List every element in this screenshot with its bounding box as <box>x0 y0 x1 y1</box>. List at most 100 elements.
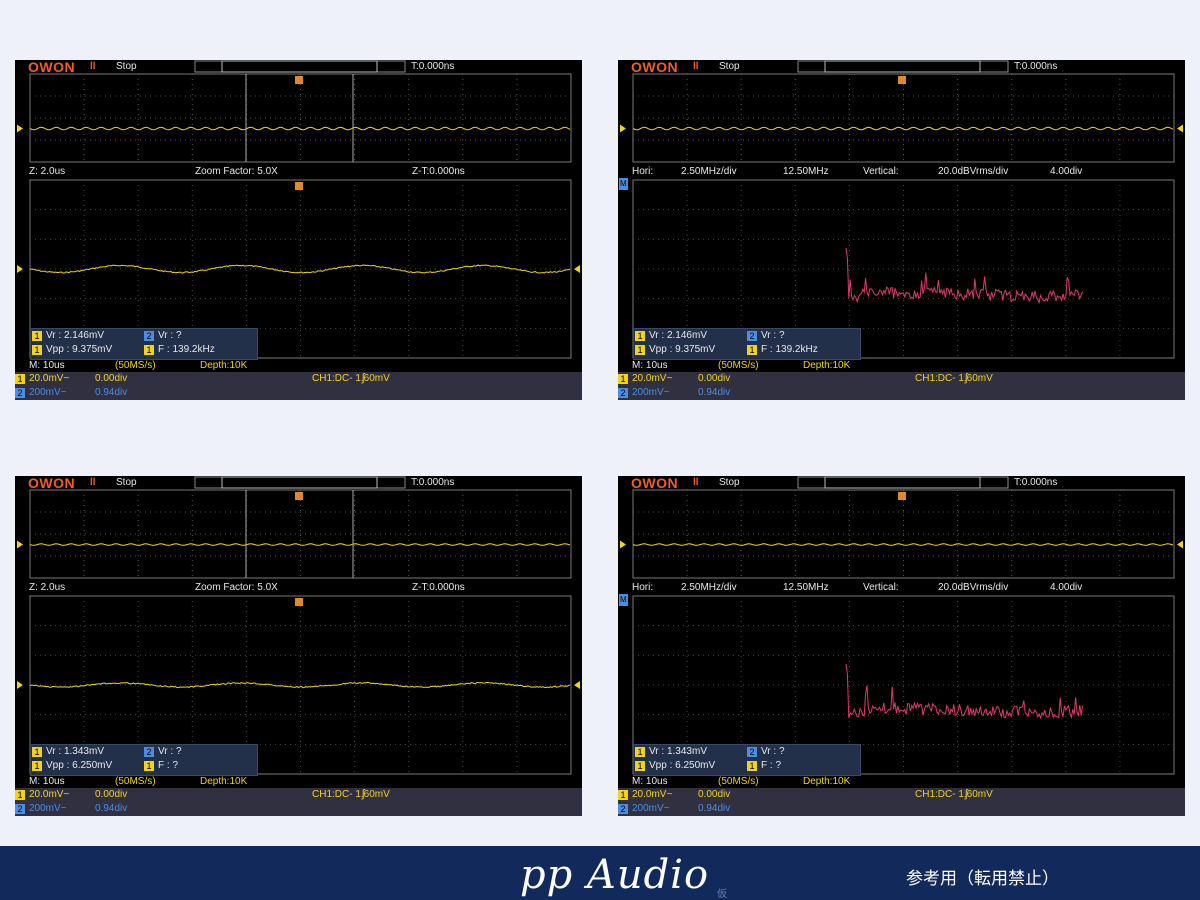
scope-zoom-screen: OWON ll Stop T:0.000ns Z: 2.0us Zoom Factor: … <box>15 60 582 400</box>
ch2-offset: 0.94div <box>698 803 731 814</box>
fft-hori-value: 2.50MHz/div <box>681 582 737 593</box>
sample-rate: (50MS/s) <box>115 360 156 371</box>
rising-edge-icon: ʃ <box>362 372 365 384</box>
ch1-scale[interactable]: 20.0mV~ <box>29 373 69 384</box>
meas-vr-ch2: Vr : ? <box>761 746 785 757</box>
zoom-trigger-time: Z-T:0.000ns <box>412 582 465 593</box>
fft-vert-value: 20.0dBVrms/div <box>938 166 1009 177</box>
timeline-bar[interactable] <box>797 60 1009 73</box>
zoom-trigger-marker[interactable] <box>295 598 303 606</box>
rising-edge-icon: ʃ <box>965 788 968 800</box>
trigger-position-marker[interactable] <box>898 492 906 500</box>
meas-vr-ch1: Vr : 1.343mV <box>649 746 707 757</box>
ch2-scale[interactable]: 200mV~ <box>632 803 670 814</box>
acquisition-state: Stop <box>719 477 740 488</box>
acquisition-state: Stop <box>116 61 137 72</box>
grid <box>29 489 572 579</box>
main-timebase: M: 10us <box>29 360 65 371</box>
meas-vr-ch1: Vr : 2.146mV <box>649 330 707 341</box>
trigger-level-marker[interactable] <box>1177 540 1183 549</box>
sample-rate: (50MS/s) <box>718 360 759 371</box>
ch1-marker-upper[interactable] <box>17 540 23 549</box>
fft-hori-label: Hori: <box>632 582 654 593</box>
ch2-scale[interactable]: 200mV~ <box>632 387 670 398</box>
timeline-window <box>221 60 378 73</box>
trigger-position-marker[interactable] <box>295 76 303 84</box>
owon-logo: OWON <box>631 60 679 75</box>
meas-freq: F : ? <box>761 760 782 771</box>
ch2-offset: 0.94div <box>95 803 128 814</box>
scope-fft-screen: OWON ll Stop T:0.000ns Hori: 2.50MHz/div 12.50… <box>618 476 1185 816</box>
grid <box>632 73 1175 163</box>
ch2-offset: 0.94div <box>95 387 128 398</box>
meas-freq: F : ? <box>158 760 179 771</box>
fft-center-freq: 12.50MHz <box>783 166 829 177</box>
fft-center-freq: 12.50MHz <box>783 582 829 593</box>
meas-freq: F : 139.2kHz <box>158 344 215 355</box>
sample-rate: (50MS/s) <box>115 776 156 787</box>
ch2-scale[interactable]: 200mV~ <box>29 803 67 814</box>
ch1-offset: 0.00div <box>698 789 731 800</box>
run-state-icon[interactable]: ll <box>90 61 96 73</box>
ch1-marker-lower[interactable] <box>17 265 23 273</box>
ch1-offset: 0.00div <box>698 373 731 384</box>
owon-logo: OWON <box>631 476 679 491</box>
ch2-offset: 0.94div <box>698 387 731 398</box>
run-state-icon[interactable]: ll <box>90 477 96 489</box>
record-depth: Depth:10K <box>803 776 851 787</box>
rising-edge-icon: ʃ <box>965 372 968 384</box>
meas-vpp: Vpp : 9.375mV <box>649 344 716 355</box>
trigger-level-marker[interactable] <box>574 265 580 273</box>
main-timebase: M: 10us <box>29 776 65 787</box>
fft-spectrum-trace <box>845 663 1084 720</box>
brand-sub: 仮 <box>717 889 727 900</box>
math-marker[interactable]: M <box>619 178 628 190</box>
main-timebase: M: 10us <box>632 776 668 787</box>
ch1-marker-upper[interactable] <box>620 540 626 549</box>
brand-logo: pp Audio <box>520 852 710 898</box>
trigger-level-marker[interactable] <box>574 681 580 689</box>
ch2-scale[interactable]: 200mV~ <box>29 387 67 398</box>
run-state-icon[interactable]: ll <box>693 477 699 489</box>
trigger-level-marker[interactable] <box>1177 124 1183 133</box>
trigger-position-marker[interactable] <box>898 76 906 84</box>
trigger-settings[interactable]: CH1:DC- 1.60mV <box>312 789 390 801</box>
meas-vpp: Vpp : 6.250mV <box>649 760 716 771</box>
owon-logo: OWON <box>28 476 76 491</box>
meas-vpp: Vpp : 9.375mV <box>46 344 113 355</box>
timeline-bar[interactable] <box>797 476 1009 489</box>
ch1-scale[interactable]: 20.0mV~ <box>29 789 69 800</box>
record-depth: Depth:10K <box>803 360 851 371</box>
timeline-window <box>221 476 378 489</box>
trigger-position-marker[interactable] <box>295 492 303 500</box>
zoom-factor: Zoom Factor: 5.0X <box>195 166 278 177</box>
timeline-bar[interactable] <box>194 476 406 489</box>
fft-hori-label: Hori: <box>632 166 654 177</box>
record-depth: Depth:10K <box>200 360 248 371</box>
ch1-scale[interactable]: 20.0mV~ <box>632 373 672 384</box>
ch1-scale[interactable]: 20.0mV~ <box>632 789 672 800</box>
math-marker[interactable]: M <box>619 594 628 606</box>
scope-zoom-screen: OWON ll Stop T:0.000ns Z: 2.0us Zoom Factor: … <box>15 476 582 816</box>
timeline-bar[interactable] <box>194 60 406 73</box>
ch1-marker-lower[interactable] <box>17 681 23 689</box>
zoom-factor: Zoom Factor: 5.0X <box>195 582 278 593</box>
ch1-marker-upper[interactable] <box>17 124 23 133</box>
main-timebase: M: 10us <box>632 360 668 371</box>
ch1-marker-upper[interactable] <box>620 124 626 133</box>
trigger-time: T:0.000ns <box>411 61 455 72</box>
scope-fft-screen: OWON ll Stop T:0.000ns Hori: 2.50MHz/div 12.50… <box>618 60 1185 400</box>
ch1-overview-trace <box>29 543 571 546</box>
trigger-settings[interactable]: CH1:DC- 1.60mV <box>915 373 993 385</box>
ch1-offset: 0.00div <box>95 789 128 800</box>
trigger-settings[interactable]: CH1:DC- 1.60mV <box>312 373 390 385</box>
fft-spectrum-trace <box>845 247 1084 304</box>
fft-hori-value: 2.50MHz/div <box>681 166 737 177</box>
zoom-trigger-marker[interactable] <box>295 182 303 190</box>
run-state-icon[interactable]: ll <box>693 61 699 73</box>
fft-vert-value: 20.0dBVrms/div <box>938 582 1009 593</box>
meas-vr-ch1: Vr : 2.146mV <box>46 330 104 341</box>
trigger-settings[interactable]: CH1:DC- 1.60mV <box>915 789 993 801</box>
fft-vert-label: Vertical: <box>863 166 899 177</box>
zoom-timebase: Z: 2.0us <box>29 166 66 177</box>
